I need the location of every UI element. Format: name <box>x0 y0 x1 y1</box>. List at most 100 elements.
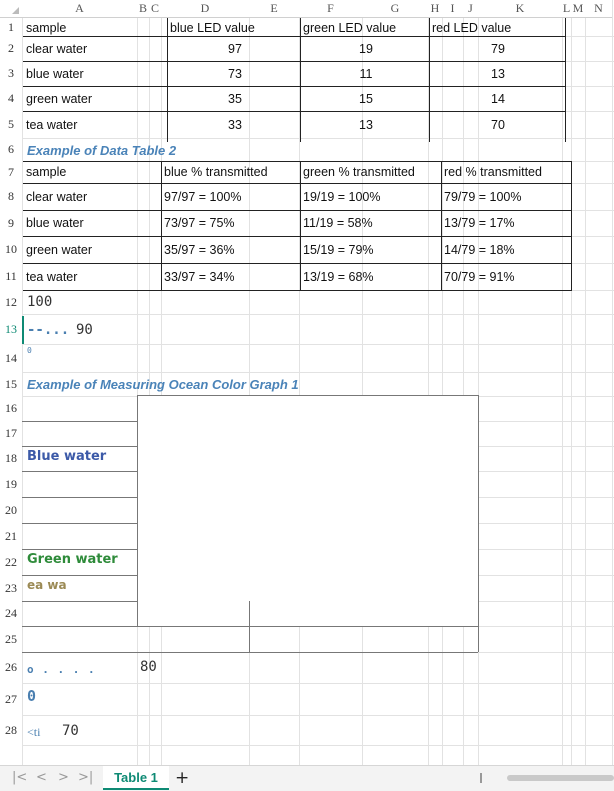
axis-fragment-100: 100 <box>27 294 53 310</box>
column-header-c[interactable]: C <box>149 0 161 18</box>
row-header-12[interactable]: 12 <box>0 290 22 314</box>
row-header-23[interactable]: 23 <box>0 575 22 601</box>
table1-cell[interactable]: 11 <box>303 61 429 86</box>
legend-tea-water: ea wa <box>27 578 67 592</box>
column-header-k[interactable]: K <box>478 0 562 18</box>
table2-header-blue[interactable]: blue % transmitted <box>164 161 300 183</box>
row-header-19[interactable]: 19 <box>0 471 22 497</box>
column-header-b[interactable]: B <box>137 0 149 18</box>
table2-cell[interactable]: 13/19 = 68% <box>303 263 441 290</box>
column-header-j[interactable]: J <box>463 0 478 18</box>
table1-cell[interactable]: 15 <box>303 86 429 111</box>
last-sheet-button[interactable]: >| <box>78 770 93 785</box>
table1-cell[interactable]: 70 <box>432 111 564 138</box>
column-header-d[interactable]: D <box>161 0 249 18</box>
row-header-5[interactable]: 5 <box>0 111 22 138</box>
corner-triangle-icon <box>12 7 19 14</box>
row-header-13[interactable]: 13 <box>0 314 22 344</box>
table2-cell[interactable]: green water <box>26 236 160 263</box>
row-header-21[interactable]: 21 <box>0 523 22 549</box>
row-header-9[interactable]: 9 <box>0 210 22 236</box>
table2-cell[interactable]: 19/19 = 100% <box>303 183 441 210</box>
column-header-h[interactable]: H <box>428 0 442 18</box>
table2-cell[interactable]: 11/19 = 58% <box>303 210 441 236</box>
column-header-g[interactable]: G <box>362 0 428 18</box>
row-header-22[interactable]: 22 <box>0 549 22 575</box>
horizontal-scrollbar[interactable] <box>507 775 614 781</box>
table1-cell[interactable]: 13 <box>303 111 429 138</box>
table1-cell[interactable]: clear water <box>26 36 166 61</box>
table2-cell[interactable]: blue water <box>26 210 160 236</box>
row-header-6[interactable]: 6 <box>0 138 22 161</box>
prev-sheet-button[interactable]: < <box>36 770 47 785</box>
column-header-m[interactable]: M <box>571 0 585 18</box>
row-header-27[interactable]: 27 <box>0 683 22 715</box>
table2-cell[interactable]: 97/97 = 100% <box>164 183 300 210</box>
row-header-8[interactable]: 8 <box>0 183 22 210</box>
row-header-3[interactable]: 3 <box>0 61 22 86</box>
table2-cell[interactable]: tea water <box>26 263 160 290</box>
row-header-15[interactable]: 15 <box>0 372 22 396</box>
table2-cell[interactable]: 73/97 = 75% <box>164 210 300 236</box>
table1-cell[interactable]: tea water <box>26 111 166 138</box>
table1-cell[interactable]: 14 <box>432 86 564 111</box>
add-sheet-button[interactable]: + <box>175 768 189 788</box>
table1-cell[interactable]: 97 <box>170 36 300 61</box>
row-header-11[interactable]: 11 <box>0 263 22 290</box>
row-header-4[interactable]: 4 <box>0 86 22 111</box>
legend-green-water: Green water <box>27 552 118 567</box>
graph1-title[interactable]: Example of Measuring Ocean Color Graph 1 <box>27 377 299 392</box>
table1-header-red[interactable]: red LED value <box>432 18 564 37</box>
row-header-7[interactable]: 7 <box>0 161 22 183</box>
row-header-25[interactable]: 25 <box>0 626 22 652</box>
tab-table-1[interactable]: Table 1 <box>103 766 169 790</box>
row-header-1[interactable]: 1 <box>0 18 22 36</box>
column-header-l[interactable]: L <box>562 0 571 18</box>
spreadsheet-grid[interactable]: A B C D E F G H I J K L M N 1 2 3 4 5 6 … <box>0 0 614 765</box>
table2-header-green[interactable]: green % transmitted <box>303 161 441 183</box>
column-header-f[interactable]: F <box>299 0 362 18</box>
column-header-a[interactable]: A <box>22 0 137 18</box>
row-header-28[interactable]: 28 <box>0 715 22 745</box>
table1-cell[interactable]: 73 <box>170 61 300 86</box>
table1-cell[interactable]: 19 <box>303 36 429 61</box>
table2-cell[interactable]: 35/97 = 36% <box>164 236 300 263</box>
row-header-16[interactable]: 16 <box>0 396 22 421</box>
table2-cell[interactable]: 70/79 = 91% <box>444 263 570 290</box>
chart-area[interactable] <box>137 395 479 627</box>
table2-cell[interactable]: 33/97 = 34% <box>164 263 300 290</box>
table2-cell[interactable]: 13/79 = 17% <box>444 210 570 236</box>
table1-cell[interactable]: green water <box>26 86 166 111</box>
row-header-17[interactable]: 17 <box>0 421 22 446</box>
table2-header-red[interactable]: red % transmitted <box>444 161 570 183</box>
table1-cell[interactable]: 35 <box>170 86 300 111</box>
table2-cell[interactable]: 14/79 = 18% <box>444 236 570 263</box>
table2-header-sample[interactable]: sample <box>26 161 160 183</box>
table1-header-sample[interactable]: sample <box>26 18 166 37</box>
next-sheet-button[interactable]: > <box>58 770 69 785</box>
table2-cell[interactable]: 15/19 = 79% <box>303 236 441 263</box>
column-header-n[interactable]: N <box>585 0 612 18</box>
table1-cell[interactable]: blue water <box>26 61 166 86</box>
table1-header-green[interactable]: green LED value <box>303 18 429 37</box>
row-header-14[interactable]: 14 <box>0 344 22 372</box>
table1-header-blue[interactable]: blue LED value <box>170 18 300 37</box>
table1-cell[interactable]: 79 <box>432 36 564 61</box>
scrollbar-split-handle[interactable] <box>480 773 482 783</box>
column-header-e[interactable]: E <box>249 0 299 18</box>
row-header-10[interactable]: 10 <box>0 236 22 263</box>
table2-cell[interactable]: 79/79 = 100% <box>444 183 570 210</box>
column-header-i[interactable]: I <box>442 0 463 18</box>
table1-cell[interactable]: 13 <box>432 61 564 86</box>
row-header-26[interactable]: 26 <box>0 652 22 683</box>
row-header-2[interactable]: 2 <box>0 36 22 61</box>
row-header-20[interactable]: 20 <box>0 497 22 523</box>
tick-fragment: <ti <box>27 725 41 739</box>
first-sheet-button[interactable]: |< <box>12 770 27 785</box>
table2-cell[interactable]: clear water <box>26 183 160 210</box>
select-all-corner[interactable] <box>0 0 22 18</box>
table1-cell[interactable]: 33 <box>170 111 300 138</box>
row-header-18[interactable]: 18 <box>0 446 22 471</box>
table2-title[interactable]: Example of Data Table 2 <box>27 143 176 158</box>
row-header-24[interactable]: 24 <box>0 601 22 626</box>
